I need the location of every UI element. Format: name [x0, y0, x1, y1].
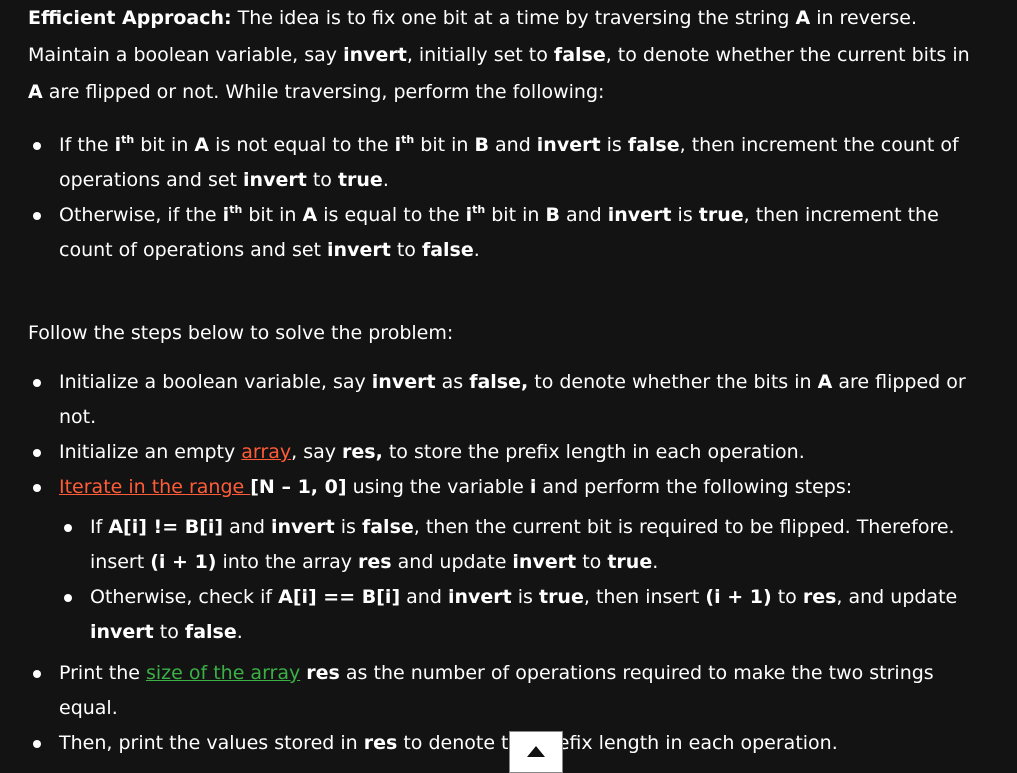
list-item: Otherwise, if the ith bit in A is equal … — [28, 198, 988, 268]
approach-list: If the ithith bit in A is not equal to t… — [28, 128, 988, 268]
caret-up-icon — [527, 746, 545, 757]
list-item: Initialize an empty array, say res, to s… — [28, 435, 988, 470]
list-item: Print the size of the array res as the n… — [28, 656, 988, 726]
list-item: Then, print the values stored in res to … — [28, 726, 988, 761]
sub-list-item: If A[i] != B[i] and invert is false, the… — [59, 510, 988, 580]
sub-list-item: Otherwise, check if A[i] == B[i] and inv… — [59, 580, 988, 650]
steps-list: Initialize a boolean variable, say inver… — [28, 365, 988, 761]
steps-intro: Follow the steps below to solve the prob… — [28, 322, 454, 344]
iterate-range-link[interactable]: Iterate in the range — [59, 476, 250, 498]
list-item: Initialize a boolean variable, say inver… — [28, 365, 988, 435]
list-item: Iterate in the range [N – 1, 0] using th… — [28, 470, 988, 650]
article-content: Efficient Approach: The idea is to fix o… — [28, 0, 988, 761]
approach-label: Efficient Approach: — [28, 7, 232, 29]
sub-steps-list: If A[i] != B[i] and invert is false, the… — [59, 510, 988, 650]
array-link[interactable]: array — [241, 441, 291, 463]
scroll-to-top-button[interactable] — [509, 731, 563, 773]
size-of-array-link[interactable]: size of the array — [146, 662, 300, 684]
ith-superscript: th — [121, 133, 135, 146]
intro-paragraph: Efficient Approach: The idea is to fix o… — [28, 7, 970, 103]
list-item: If the ithith bit in A is not equal to t… — [28, 128, 988, 198]
